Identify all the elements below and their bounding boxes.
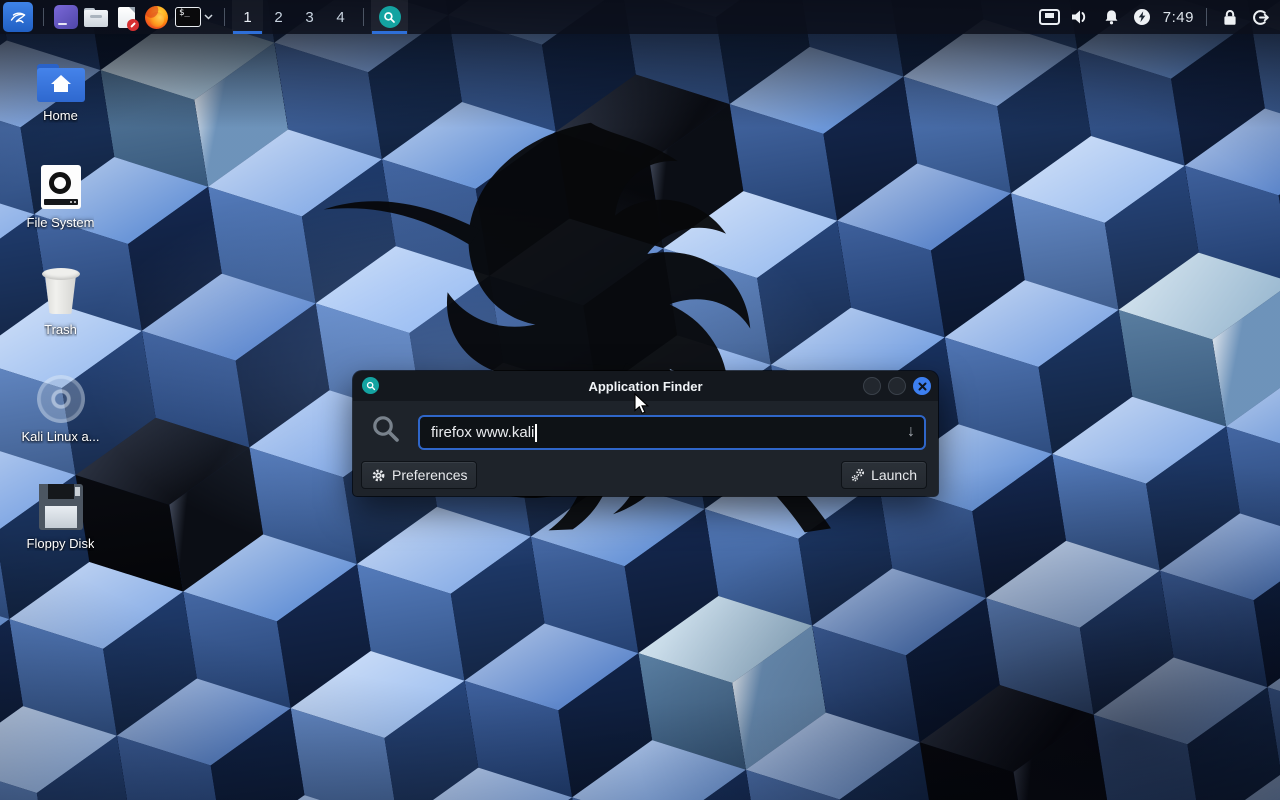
workspace-2-label: 2 <box>274 9 282 26</box>
volume-tray-button[interactable] <box>1065 0 1096 34</box>
search-input[interactable]: firefox www.kali ↓ <box>418 415 926 450</box>
desktop-icon-column: Home File System Trash Kali Linux a... <box>12 48 109 583</box>
minimize-button[interactable] <box>863 377 881 395</box>
mouse-cursor <box>634 393 650 415</box>
status-update-icon <box>1133 8 1151 26</box>
display-icon <box>1039 9 1060 25</box>
text-caret <box>535 424 537 442</box>
clock-time: 7:49 <box>1158 9 1199 26</box>
search-input-value: firefox www.kali <box>431 424 534 441</box>
text-editor-icon <box>118 7 135 28</box>
workspace-3-button[interactable]: 3 <box>294 0 325 34</box>
applications-menu-button[interactable] <box>0 0 36 34</box>
floppy-disk-icon <box>39 484 83 530</box>
desktop-icon-home[interactable]: Home <box>12 48 109 155</box>
launch-button[interactable]: Launch <box>841 461 927 489</box>
desktop-icon-label: Floppy Disk <box>27 536 95 551</box>
cd-disc-icon <box>37 375 85 423</box>
launcher-file-manager[interactable] <box>81 0 111 34</box>
gear-icon <box>371 468 386 483</box>
panel-separator <box>43 8 44 26</box>
workspace-4-label: 4 <box>336 9 344 26</box>
active-workspace-indicator <box>233 31 262 34</box>
workspace-3-label: 3 <box>305 9 313 26</box>
panel-separator <box>363 8 364 26</box>
terminal-emulator-icon <box>54 5 78 29</box>
launcher-firefox[interactable] <box>141 0 171 34</box>
preferences-button[interactable]: Preferences <box>361 461 477 489</box>
taskbar-app-finder-button[interactable] <box>371 0 408 34</box>
dialog-button-row: Preferences Launch <box>361 461 927 489</box>
hard-drive-icon <box>41 165 81 209</box>
lock-screen-button[interactable] <box>1214 0 1245 34</box>
status-update-tray-button[interactable] <box>1127 0 1158 34</box>
trash-can-icon <box>41 268 81 316</box>
desktop-icon-label: Trash <box>44 322 77 337</box>
top-panel: $_ 1 2 3 4 <box>0 0 1280 34</box>
launcher-terminal-dropdown[interactable]: $_ <box>171 0 217 34</box>
launch-label: Launch <box>871 467 917 483</box>
panel-separator <box>1206 8 1207 26</box>
close-icon <box>918 382 927 391</box>
file-manager-icon <box>84 8 108 27</box>
panel-left-group: $_ 1 2 3 4 <box>0 0 408 34</box>
desktop-icon-label: File System <box>27 215 95 230</box>
logout-button[interactable] <box>1245 0 1276 34</box>
maximize-button[interactable] <box>888 377 906 395</box>
close-button[interactable] <box>913 377 931 395</box>
terminal-icon: $_ <box>175 7 201 27</box>
app-finder-titlebar-icon <box>362 377 379 394</box>
desktop-icon-label: Kali Linux a... <box>21 429 99 444</box>
launcher-text-editor[interactable] <box>111 0 141 34</box>
panel-separator <box>224 8 225 26</box>
preferences-label: Preferences <box>392 467 467 483</box>
panel-right-group: 7:49 <box>1034 0 1280 34</box>
application-finder-window: Application Finder firefox www.kali ↓ <box>353 371 938 496</box>
lock-icon <box>1222 9 1238 26</box>
desktop-icon-label: Home <box>43 108 78 123</box>
app-finder-icon <box>379 6 401 28</box>
notifications-tray-button[interactable] <box>1096 0 1127 34</box>
volume-icon <box>1071 9 1089 25</box>
desktop-screen: $_ 1 2 3 4 <box>0 0 1280 800</box>
chevron-down-icon <box>204 14 213 20</box>
active-window-indicator <box>372 31 407 34</box>
notification-bell-icon <box>1103 9 1120 26</box>
desktop-icon-file-system[interactable]: File System <box>12 155 109 262</box>
kali-logo-icon <box>3 2 33 32</box>
logout-icon <box>1252 9 1269 26</box>
workspace-1-button[interactable]: 1 <box>232 0 263 34</box>
workspace-1-label: 1 <box>243 9 251 26</box>
search-icon <box>370 413 401 444</box>
home-folder-icon <box>37 64 85 102</box>
clock[interactable]: 7:49 <box>1158 0 1199 34</box>
window-title: Application Finder <box>588 379 702 394</box>
firefox-icon <box>145 6 168 29</box>
display-tray-button[interactable] <box>1034 0 1065 34</box>
workspace-4-button[interactable]: 4 <box>325 0 356 34</box>
workspace-2-button[interactable]: 2 <box>263 0 294 34</box>
expand-results-arrow-icon[interactable]: ↓ <box>907 423 915 441</box>
desktop-icon-floppy[interactable]: Floppy Disk <box>12 476 109 583</box>
edit-badge-icon <box>127 19 139 31</box>
desktop-icon-trash[interactable]: Trash <box>12 262 109 369</box>
launch-gears-icon <box>851 468 865 482</box>
launcher-terminal-emulator[interactable] <box>51 0 81 34</box>
desktop-icon-kali-cd[interactable]: Kali Linux a... <box>12 369 109 476</box>
